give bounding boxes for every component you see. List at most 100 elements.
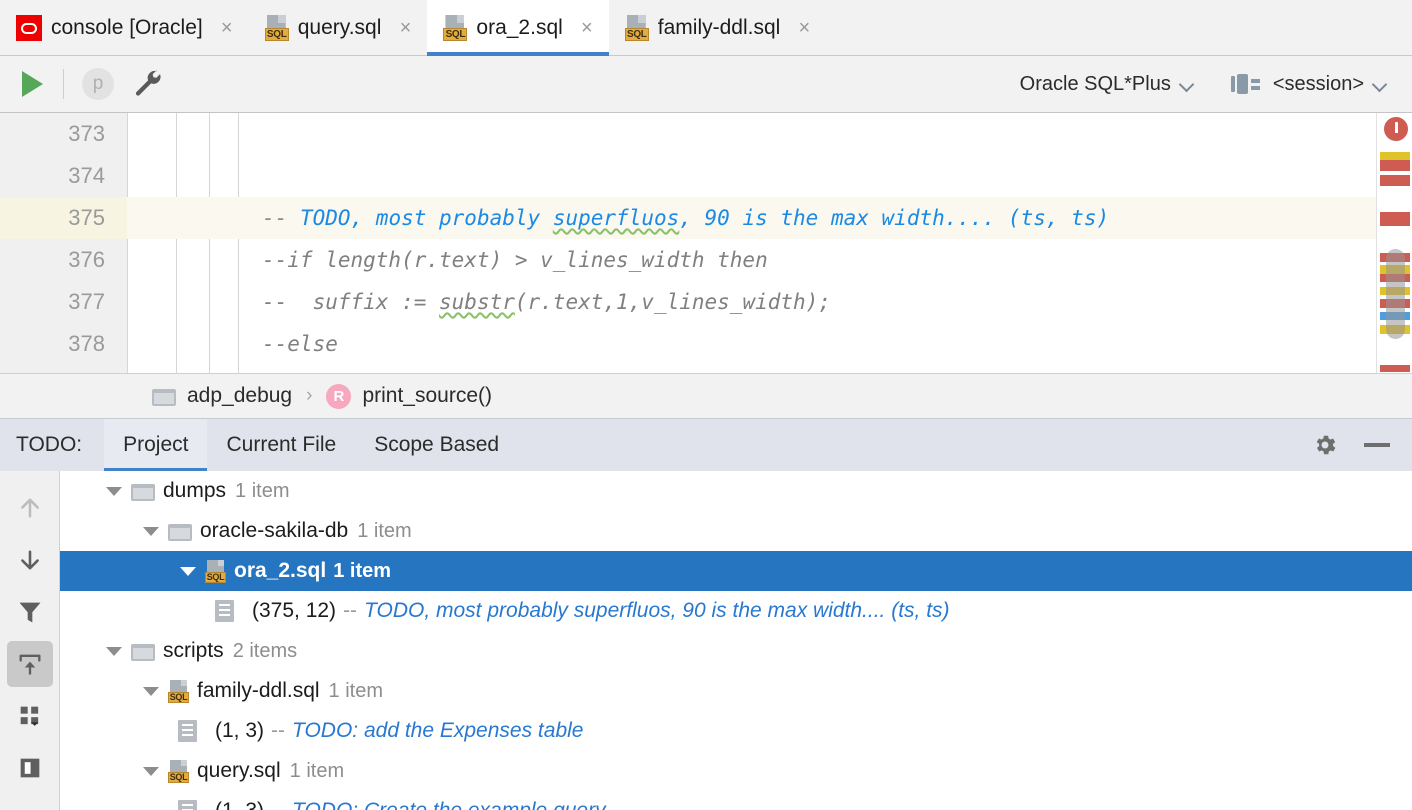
tree-node-label: ora_2.sql [234,559,327,582]
next-occurrence-button[interactable] [7,537,53,583]
line-number: 374 [68,163,105,188]
code-editor[interactable]: 373 374 375 -- TODO, most probably superflu… [0,113,1412,373]
todo-tab-project[interactable]: Project [104,418,208,472]
todo-note-icon [178,720,197,742]
todo-tab-scope-based[interactable]: Scope Based [355,419,518,472]
todo-location: (1, 3) [215,719,265,742]
editor-tab-label: query.sql [297,16,382,39]
line-number: 376 [68,247,105,272]
tree-node-count: 1 item [235,479,290,502]
breadcrumb: adp_debug › R print_source() [0,373,1412,418]
tree-node-count: 1 item [333,559,392,582]
folder-icon [131,642,155,661]
filter-button[interactable] [7,589,53,635]
editor-tab-console-oracle-[interactable]: console [Oracle] × [0,0,249,56]
todo-text: TODO, most probably superfluos, 90 is th… [364,599,950,622]
session-console-icon [1230,74,1260,94]
code-line[interactable]: 377 -- suffix := substr(r.text,1,v_lines_… [0,281,1376,323]
todo-location: (1, 3) [215,799,264,810]
todo-item-row[interactable]: (375, 12) -- TODO, most probably superfluo… [60,591,1412,631]
collapse-all-button[interactable] [6,641,53,687]
editor-tab-ora-2-sql[interactable]: SQL ora_2.sql × [427,0,610,56]
toolbar-right-group: Oracle SQL*Plus <session> [1012,69,1412,100]
code-line[interactable]: 376 --if length(r.text) > v_lines_width t… [0,239,1376,281]
run-play-icon[interactable] [22,71,43,97]
gear-icon[interactable] [1312,432,1338,458]
tree-node-label: dumps [163,479,227,502]
group-by-button[interactable] [7,693,53,739]
preview-source-button[interactable] [7,745,53,791]
editor-tab-label: console [Oracle] [51,16,203,39]
chevron-expanded-icon[interactable] [104,482,122,500]
preview-panel-icon [20,758,39,778]
todo-note-icon [215,600,234,622]
todo-location: (375, 12) [252,599,337,622]
error-stripe-marker[interactable] [1380,365,1410,372]
line-number: 375 [0,197,127,239]
code-line-text: -- TODO, most probably superfluos, 90 is… [262,206,1110,230]
tree-node-row[interactable]: scripts 2 items [60,631,1412,671]
error-stripe-marker[interactable] [1380,160,1410,171]
session-selector[interactable]: <session> [1223,69,1394,100]
editor-tab-family-ddl-sql[interactable]: SQL family-ddl.sql × [609,0,827,56]
close-icon[interactable]: × [397,18,413,38]
folder-icon [152,387,176,406]
profile-button[interactable]: p [82,68,114,100]
line-number: 378 [68,331,105,356]
chevron-down-icon [1373,78,1386,91]
close-icon[interactable]: × [219,18,235,38]
tree-node-row[interactable]: SQL family-ddl.sql 1 item [60,671,1412,711]
error-count-icon[interactable] [1384,117,1408,141]
line-number: 377 [68,289,105,314]
error-stripe-marker[interactable] [1380,152,1410,160]
code-line[interactable]: 375 -- TODO, most probably superfluos, 90… [0,197,1376,239]
dialect-label: Oracle SQL*Plus [1019,72,1171,95]
todo-item-row[interactable]: (1, 3) -- TODO: Create the example query [60,791,1412,810]
sql-file-icon: SQL [205,559,226,583]
todo-text: TODO: Create the example query [292,799,606,810]
todo-comment-prefix: -- [271,799,285,810]
breadcrumb-separator-icon: › [306,385,313,406]
code-line[interactable]: 374 [0,155,1376,197]
tree-node-row[interactable]: SQL query.sql 1 item [60,751,1412,791]
editor-tab-query-sql[interactable]: SQL query.sql × [249,0,428,56]
routine-badge-icon: R [326,383,352,409]
code-line[interactable]: 373 [0,113,1376,155]
breadcrumb-item-routine[interactable]: print_source() [362,384,492,408]
tree-node-row[interactable]: dumps 1 item [60,471,1412,511]
tree-node-label: scripts [163,639,224,662]
todo-text: TODO: add the Expenses table [292,719,584,742]
filter-funnel-icon [19,602,40,623]
chevron-expanded-icon[interactable] [141,682,159,700]
wrench-icon[interactable] [132,67,162,102]
error-stripe-marker[interactable] [1380,175,1410,186]
error-stripe-scrollbar[interactable] [1376,113,1412,373]
code-line-text: --if length(r.text) > v_lines_width then [262,248,768,272]
error-stripe-marker[interactable] [1380,212,1410,226]
minimize-icon[interactable] [1364,443,1390,447]
todo-tab-current-file[interactable]: Current File [207,419,355,472]
editor-tab-label: ora_2.sql [476,16,563,39]
line-number: 373 [68,121,105,146]
todo-item-row[interactable]: (1, 3) -- TODO: add the Expenses table [60,711,1412,751]
close-icon[interactable]: × [579,18,595,38]
tree-node-row[interactable]: SQL ora_2.sql 1 item [60,551,1412,591]
folder-icon [168,522,192,541]
todo-tool-window-header: TODO: Project Current File Scope Based [0,418,1412,472]
todo-comment-prefix: -- [271,719,286,742]
tree-node-row[interactable]: oracle-sakila-db 1 item [60,511,1412,551]
chevron-expanded-icon[interactable] [104,642,122,660]
editor-tab-label: family-ddl.sql [657,16,781,39]
chevron-down-icon [1180,78,1193,91]
dialect-selector[interactable]: Oracle SQL*Plus [1012,69,1201,100]
todo-tree[interactable]: dumps 1 item oracle-sakila-db 1 item SQL ora_… [60,471,1412,810]
previous-occurrence-button[interactable] [7,485,53,531]
chevron-expanded-icon[interactable] [178,562,196,580]
editor-scrollbar-thumb[interactable] [1386,249,1405,339]
code-line[interactable]: 378 --else [0,323,1376,365]
breadcrumb-item-schema[interactable]: adp_debug [187,384,292,408]
code-line-text: -- suffix := substr(r.text,1,v_lines_wid… [262,290,831,314]
chevron-expanded-icon[interactable] [141,522,159,540]
chevron-expanded-icon[interactable] [141,762,159,780]
close-icon[interactable]: × [796,18,812,38]
